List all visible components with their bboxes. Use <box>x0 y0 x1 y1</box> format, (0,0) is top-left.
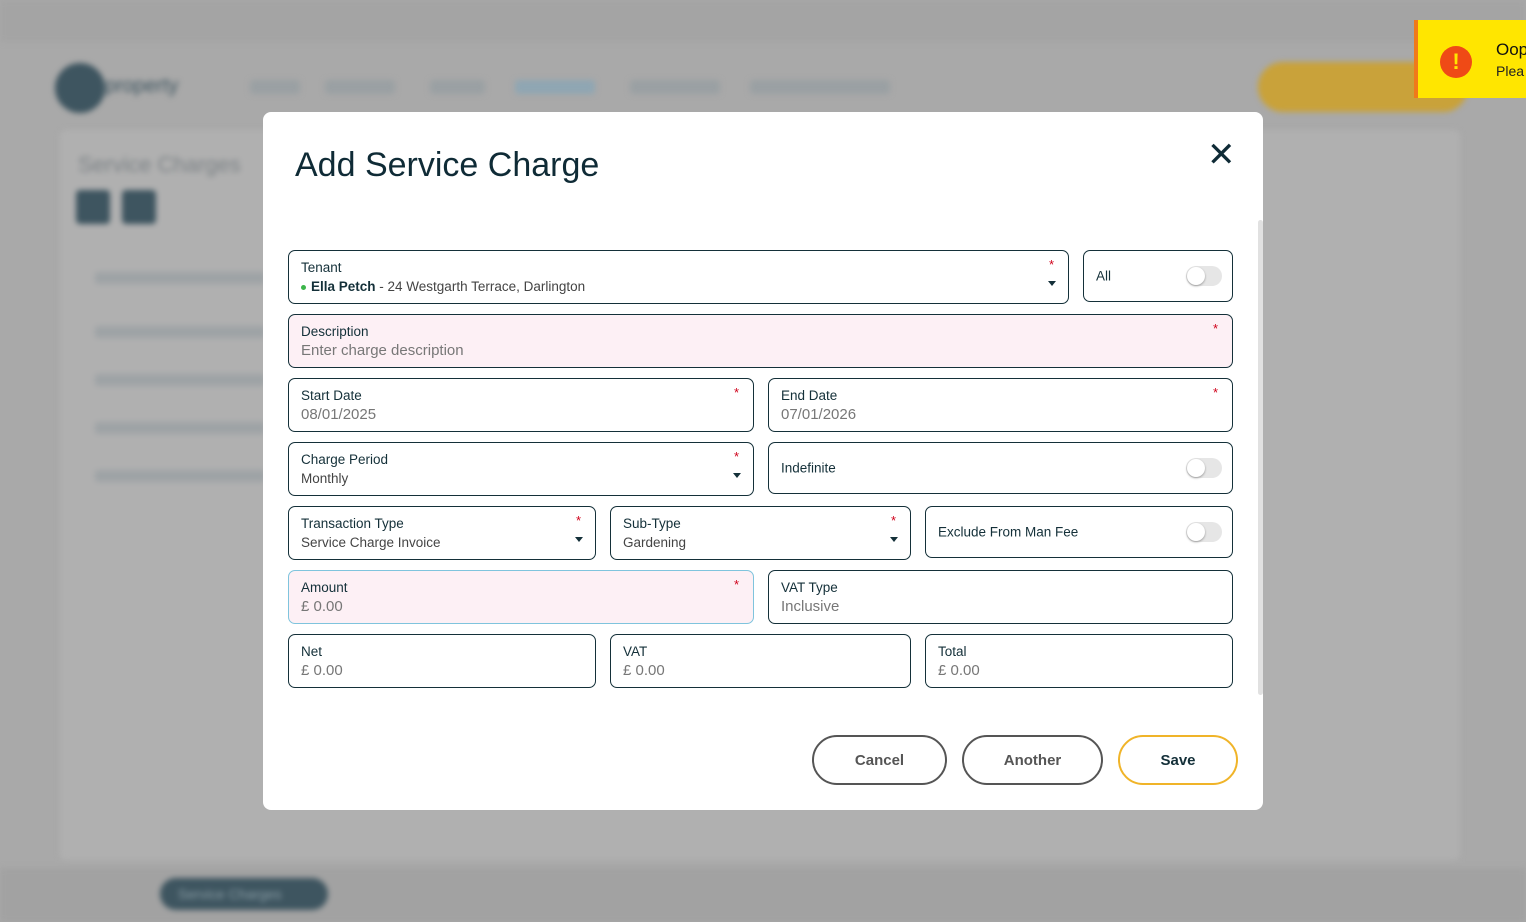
modal-title: Add Service Charge <box>295 146 600 184</box>
field-label: Sub-Type <box>623 516 681 531</box>
field-label: VAT <box>623 644 648 659</box>
chevron-down-icon <box>575 537 583 542</box>
field-value: £ 0.00 <box>301 662 343 679</box>
start-date-input[interactable]: Start Date 08/01/2025 * <box>288 378 754 432</box>
required-marker: * <box>733 449 739 464</box>
sub-type-select[interactable]: Sub-Type Gardening * <box>610 506 911 560</box>
tenant-name: Ella Petch <box>311 279 376 294</box>
charge-period-select[interactable]: Charge Period Monthly * <box>288 442 754 496</box>
status-dot <box>301 284 306 290</box>
field-value: Service Charge Invoice <box>301 535 441 550</box>
chevron-down-icon <box>1048 281 1056 286</box>
field-label: Charge Period <box>301 452 389 467</box>
end-date-input[interactable]: End Date 07/01/2026 * <box>768 378 1233 432</box>
description-input[interactable]: Description Enter charge description * <box>288 314 1233 368</box>
all-toggle[interactable] <box>1186 266 1222 286</box>
transaction-type-select[interactable]: Transaction Type Service Charge Invoice … <box>288 506 596 560</box>
error-toast[interactable]: ! Oop Plea <box>1414 20 1526 98</box>
toast-title: Oop <box>1496 40 1526 59</box>
field-label: Total <box>938 644 967 659</box>
field-label: Start Date <box>301 388 362 403</box>
amount-input[interactable]: Amount £ 0.00 * <box>288 570 754 624</box>
field-label: Amount <box>301 580 348 595</box>
exclude-man-fee-toggle[interactable] <box>1186 522 1222 542</box>
chevron-down-icon <box>890 537 898 542</box>
field-value: £ 0.00 <box>938 662 980 679</box>
vat-input[interactable]: VAT £ 0.00 <box>610 634 911 688</box>
field-label: Net <box>301 644 323 659</box>
save-button[interactable]: Save <box>1118 735 1238 785</box>
total-input[interactable]: Total £ 0.00 <box>925 634 1233 688</box>
indefinite-toggle-field: Indefinite <box>768 442 1233 494</box>
field-label: Exclude From Man Fee <box>938 524 1079 540</box>
logo <box>55 63 105 113</box>
field-value: 08/01/2025 <box>301 406 377 423</box>
add-service-charge-modal: Add Service Charge ✕ Tenant Ella Petch -… <box>263 112 1263 810</box>
indefinite-toggle[interactable] <box>1186 458 1222 478</box>
field-value: Inclusive <box>781 598 840 615</box>
all-toggle-field: All <box>1083 250 1233 302</box>
chevron-down-icon <box>733 473 741 478</box>
logo-text: property <box>105 75 179 97</box>
required-marker: * <box>733 385 739 400</box>
required-marker: * <box>733 577 739 592</box>
field-label: End Date <box>781 388 838 403</box>
modal-scrollbar[interactable] <box>1258 220 1263 695</box>
net-input[interactable]: Net £ 0.00 <box>288 634 596 688</box>
required-marker: * <box>890 513 896 528</box>
required-marker: * <box>1212 385 1218 400</box>
another-button[interactable]: Another <box>962 735 1103 785</box>
field-value: Monthly <box>301 471 349 486</box>
required-marker: * <box>1212 321 1218 336</box>
field-label: VAT Type <box>781 580 838 595</box>
bottom-tab: Service Charges <box>160 878 328 910</box>
field-label: Indefinite <box>781 460 836 476</box>
vat-type-select[interactable]: VAT Type Inclusive <box>768 570 1233 624</box>
placeholder: Enter charge description <box>301 342 464 359</box>
field-label: Tenant <box>301 260 342 275</box>
required-marker: * <box>575 513 581 528</box>
toast-message: Plea <box>1496 63 1525 79</box>
cancel-button[interactable]: Cancel <box>812 735 947 785</box>
field-value: Gardening <box>623 535 687 550</box>
field-value: £ 0.00 <box>301 598 343 615</box>
close-icon[interactable]: ✕ <box>1207 138 1236 172</box>
page-title: Service Charges <box>78 152 241 177</box>
required-marker: * <box>1048 257 1054 272</box>
exclamation-icon: ! <box>1440 46 1472 78</box>
tenant-select[interactable]: Tenant Ella Petch - 24 Westgarth Terrace… <box>288 250 1069 304</box>
field-label: Description <box>301 324 369 339</box>
exclude-man-fee-toggle-field: Exclude From Man Fee <box>925 506 1233 558</box>
field-value: £ 0.00 <box>623 662 665 679</box>
tenant-address: - 24 Westgarth Terrace, Darlington <box>375 279 586 294</box>
field-value: 07/01/2026 <box>781 406 857 423</box>
field-label: Transaction Type <box>301 516 404 531</box>
field-label: All <box>1096 268 1112 284</box>
